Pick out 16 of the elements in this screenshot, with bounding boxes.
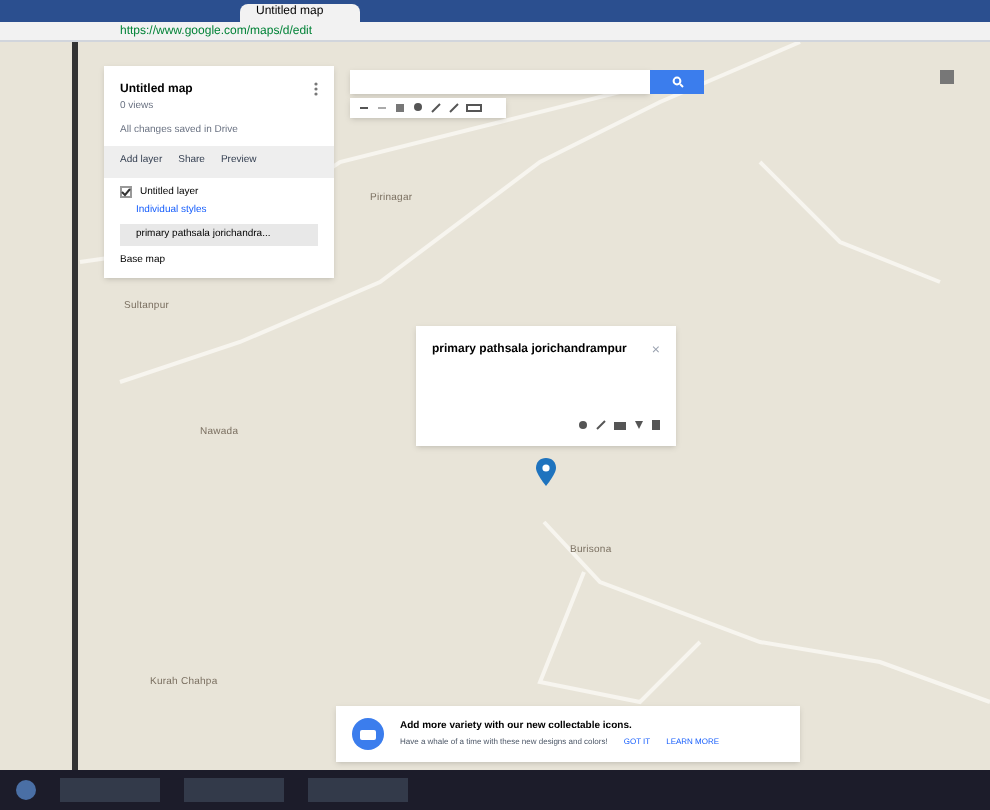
edit-icon[interactable] [596,420,606,430]
map-pin-icon[interactable] [536,458,556,486]
filter-icon[interactable] [634,420,644,430]
start-button[interactable] [16,780,36,800]
line-icon[interactable] [430,102,442,114]
search-field[interactable] [350,70,650,94]
undo-icon[interactable] [358,102,370,114]
camera-icon[interactable] [614,420,626,430]
redo-icon[interactable] [376,102,388,114]
paint-icon[interactable] [578,420,588,430]
icon-badge-icon [352,718,384,750]
search-button[interactable] [650,70,704,94]
search-icon [671,76,683,88]
layer-checkbox[interactable] [120,186,132,199]
ruler-icon[interactable] [466,102,482,114]
marker-icon[interactable] [412,102,424,114]
